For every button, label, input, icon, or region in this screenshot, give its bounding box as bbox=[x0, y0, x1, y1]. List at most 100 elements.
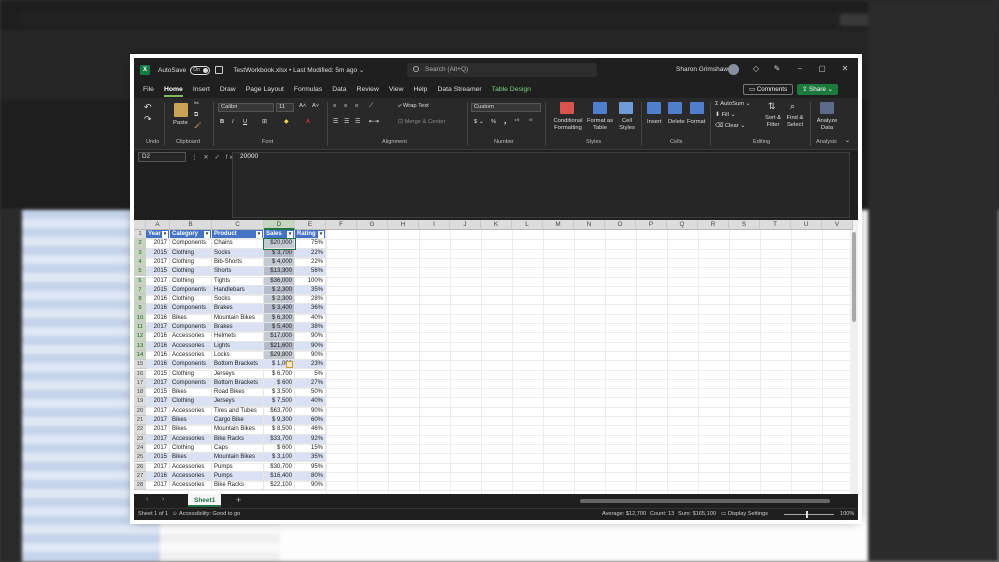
table-cell[interactable]: $16,400 bbox=[264, 471, 295, 482]
user-name[interactable]: Sharon Grimshaw bbox=[676, 66, 728, 73]
table-cell[interactable]: Socks bbox=[212, 295, 264, 305]
table-cell[interactable]: 2017 bbox=[146, 276, 170, 286]
insert-cells-button[interactable]: Insert bbox=[647, 119, 662, 125]
table-cell[interactable]: Mountain Bikes bbox=[212, 453, 264, 463]
decrease-font-icon[interactable]: A˅ bbox=[312, 103, 319, 109]
cut-icon[interactable]: ✂ bbox=[194, 101, 199, 107]
column-header-e[interactable]: E bbox=[295, 220, 326, 230]
table-cell[interactable]: 2017 bbox=[146, 434, 170, 444]
table-cell[interactable]: 90% bbox=[295, 341, 326, 351]
row-header[interactable]: 17 bbox=[134, 378, 146, 389]
table-cell[interactable]: Components bbox=[170, 360, 212, 370]
table-cell[interactable]: 2017 bbox=[146, 378, 170, 389]
tab-home[interactable]: Home bbox=[159, 82, 188, 98]
filter-dropdown-icon[interactable]: ▾ bbox=[256, 231, 262, 238]
table-cell[interactable]: $13,300 bbox=[264, 267, 295, 277]
save-icon[interactable] bbox=[215, 66, 224, 74]
table-cell[interactable]: Clothing bbox=[170, 267, 212, 277]
table-cell[interactable]: 2016 bbox=[146, 295, 170, 305]
tab-file[interactable]: File bbox=[138, 82, 159, 98]
share-button[interactable]: ⇪ Share ⌄ bbox=[797, 84, 838, 95]
table-cell[interactable]: $ 2,300 bbox=[264, 285, 295, 296]
table-cell[interactable]: Bikes bbox=[170, 425, 212, 435]
column-header-s[interactable]: S bbox=[729, 220, 760, 230]
table-cell[interactable]: 2016 bbox=[146, 350, 170, 361]
decrease-decimal-icon[interactable]: ⁻⁰ bbox=[527, 119, 532, 125]
table-cell[interactable]: Helmets bbox=[212, 332, 264, 342]
column-header-v[interactable]: V bbox=[822, 220, 853, 230]
table-cell[interactable]: 2017 bbox=[146, 239, 170, 249]
table-cell[interactable]: Components bbox=[170, 378, 212, 389]
table-cell[interactable]: 2017 bbox=[146, 481, 170, 491]
table-cell[interactable]: Components bbox=[170, 323, 212, 333]
add-sheet-icon[interactable]: + bbox=[236, 495, 241, 505]
fill-color-icon[interactable]: ◆ bbox=[284, 119, 288, 125]
row-header[interactable]: 13 bbox=[134, 341, 146, 351]
table-header-cell[interactable]: Sales ▾ bbox=[264, 230, 295, 240]
underline-button[interactable]: U bbox=[243, 119, 247, 125]
autosum-button[interactable]: Σ AutoSum ⌄ bbox=[715, 101, 751, 107]
table-cell[interactable]: 80% bbox=[295, 471, 326, 482]
redo-icon[interactable]: ↷ bbox=[144, 114, 152, 125]
table-cell[interactable]: Accessories bbox=[170, 462, 212, 472]
horizontal-scrollbar[interactable] bbox=[580, 499, 830, 503]
undo-icon[interactable]: ↶ bbox=[144, 102, 152, 113]
table-cell[interactable]: Accessories bbox=[170, 350, 212, 361]
table-cell[interactable]: Clothing bbox=[170, 276, 212, 286]
tab-data-streamer[interactable]: Data Streamer bbox=[432, 82, 486, 98]
align-middle-icon[interactable]: ≡ bbox=[344, 103, 347, 109]
table-cell[interactable]: Accessories bbox=[170, 341, 212, 351]
merge-center-button[interactable]: ⊡ Merge & Center bbox=[398, 119, 445, 125]
table-cell[interactable]: Clothing bbox=[170, 369, 212, 379]
table-cell[interactable]: $ 3,100 bbox=[264, 453, 295, 463]
table-cell[interactable]: Accessories bbox=[170, 332, 212, 342]
table-cell[interactable]: $36,000 bbox=[264, 276, 295, 286]
row-header[interactable]: 5 bbox=[134, 267, 146, 277]
table-cell[interactable]: Accessories bbox=[170, 434, 212, 444]
format-cells-button[interactable]: Format bbox=[687, 119, 705, 125]
vertical-scrollbar[interactable] bbox=[850, 220, 858, 494]
table-cell[interactable]: $30,700 bbox=[264, 462, 295, 472]
paste-label[interactable]: Paste bbox=[173, 120, 188, 126]
bold-button[interactable]: B bbox=[220, 119, 224, 125]
table-cell[interactable]: $ 3,500 bbox=[264, 388, 295, 398]
row-header[interactable]: 28 bbox=[134, 481, 146, 491]
table-cell[interactable]: Socks bbox=[212, 248, 264, 258]
table-cell[interactable]: Brakes bbox=[212, 323, 264, 333]
row-header[interactable]: 12 bbox=[134, 332, 146, 342]
sort-filter-button[interactable]: Sort & Filter bbox=[762, 115, 784, 129]
table-cell[interactable]: $20,000 bbox=[263, 238, 296, 250]
close-icon[interactable]: ✕ bbox=[840, 64, 850, 74]
quick-analysis-icon[interactable] bbox=[286, 361, 293, 369]
column-header-o[interactable]: O bbox=[605, 220, 636, 230]
table-cell[interactable]: 95% bbox=[295, 462, 326, 472]
tab-draw[interactable]: Draw bbox=[215, 82, 241, 98]
row-header[interactable]: 24 bbox=[134, 443, 146, 454]
font-name-select[interactable]: Calibri bbox=[218, 103, 274, 112]
column-header-p[interactable]: P bbox=[636, 220, 667, 230]
column-header-i[interactable]: I bbox=[419, 220, 450, 230]
table-cell[interactable]: Bib-Shorts bbox=[212, 257, 264, 268]
table-cell[interactable]: 27% bbox=[295, 378, 326, 389]
clear-button[interactable]: ⌫ Clear ⌄ bbox=[715, 123, 745, 129]
row-header[interactable]: 26 bbox=[134, 462, 146, 472]
name-box[interactable]: D2 bbox=[138, 152, 186, 162]
table-cell[interactable]: 40% bbox=[295, 397, 326, 407]
number-format-select[interactable]: Custom bbox=[471, 103, 541, 112]
table-cell[interactable]: $ 600 bbox=[264, 443, 295, 454]
row-header[interactable]: 11 bbox=[134, 323, 146, 333]
table-cell[interactable]: Shorts bbox=[212, 267, 264, 277]
table-cell[interactable]: Bikes bbox=[170, 416, 212, 426]
tab-insert[interactable]: Insert bbox=[188, 82, 215, 98]
row-header[interactable]: 9 bbox=[134, 304, 146, 314]
table-cell[interactable]: 100% bbox=[295, 276, 326, 286]
formula-icons[interactable]: ⋮ ✕ ✓ fx bbox=[191, 153, 235, 161]
diamond-icon[interactable]: ◇ bbox=[751, 64, 761, 74]
column-header-n[interactable]: N bbox=[574, 220, 605, 230]
tab-data[interactable]: Data bbox=[327, 82, 351, 98]
row-header[interactable]: 18 bbox=[134, 388, 146, 398]
table-cell[interactable]: Lights bbox=[212, 341, 264, 351]
table-cell[interactable]: $ 9,300 bbox=[264, 416, 295, 426]
fill-button[interactable]: ⬇ Fill ⌄ bbox=[715, 112, 735, 118]
table-cell[interactable]: 2016 bbox=[146, 360, 170, 370]
